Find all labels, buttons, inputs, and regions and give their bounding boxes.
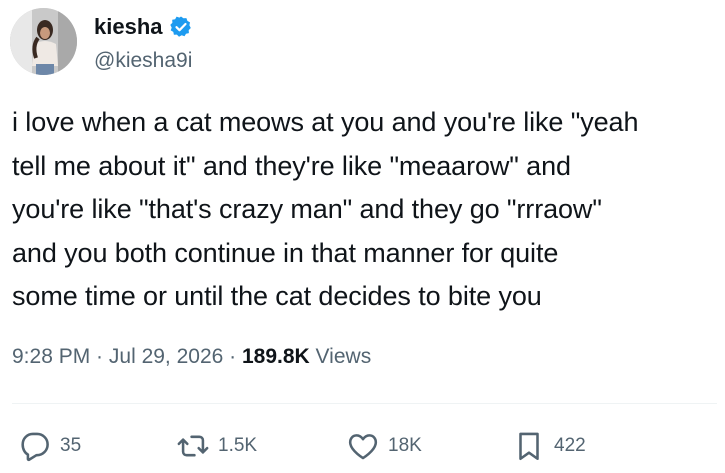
like-count: 18K (388, 435, 422, 456)
like-button[interactable]: 18K (346, 424, 422, 468)
display-name[interactable]: kiesha (94, 13, 163, 41)
heart-icon (348, 434, 378, 460)
author-handle[interactable]: @kiesha9i (94, 48, 192, 74)
verified-badge-icon (169, 15, 193, 39)
views-count: 189.8K (242, 345, 310, 368)
retweet-button[interactable]: 1.5K (176, 424, 257, 468)
reply-button[interactable]: 35 (18, 424, 81, 468)
views-label: Views (309, 345, 372, 368)
tweet-card: kiesha @kiesha9i i love when a cat meows… (0, 0, 725, 473)
reply-count: 35 (60, 435, 82, 456)
tweet-time[interactable]: 9:28 PM (12, 345, 90, 368)
divider (12, 403, 717, 404)
retweet-icon (177, 435, 209, 457)
bookmark-count: 422 (554, 435, 586, 456)
reply-icon (21, 432, 49, 462)
avatar-image (10, 8, 77, 75)
tweet-meta: 9:28 PM · Jul 29, 2026 · 189.8K Views (12, 341, 371, 373)
avatar[interactable] (10, 8, 77, 75)
retweet-count: 1.5K (218, 435, 258, 456)
tweet-text: i love when a cat meows at you and you'r… (12, 107, 639, 311)
bookmark-icon (519, 432, 539, 461)
tweet-date[interactable]: Jul 29, 2026 (109, 345, 223, 368)
meta-separator: · (90, 345, 109, 368)
action-bar: 35 1.5K 18K 422 (0, 424, 725, 468)
bookmark-button[interactable]: 422 (512, 424, 586, 468)
author-row: kiesha (94, 13, 193, 41)
meta-separator: · (223, 345, 242, 368)
